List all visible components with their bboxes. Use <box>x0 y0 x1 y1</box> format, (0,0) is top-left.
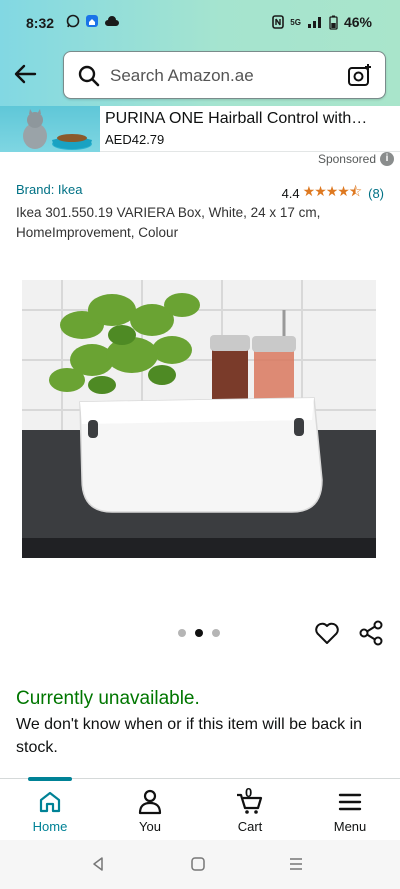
nav-cart[interactable]: 0 Cart <box>200 779 300 841</box>
banner-product-price: AED42.79 <box>105 132 165 147</box>
battery-level: 46% <box>343 14 372 30</box>
nav-you[interactable]: You <box>100 779 200 841</box>
rating-value: 4.4 <box>281 185 300 201</box>
nfc-icon <box>272 15 285 29</box>
banner-product-title[interactable]: PURINA ONE Hairball Control with… <box>105 110 387 128</box>
status-bar: 8:32 5G 46% <box>0 0 400 46</box>
carousel-dot[interactable] <box>212 629 220 637</box>
rating-summary[interactable]: 4.4 ★★★★⯪ (8) <box>282 181 384 205</box>
availability-status: Currently unavailable. <box>16 688 200 709</box>
carousel-dot-active[interactable] <box>195 629 203 637</box>
network-label: 5G <box>290 17 301 27</box>
heart-icon[interactable] <box>314 621 340 645</box>
header: 8:32 5G 46% Search Amazon.ae <box>0 0 400 106</box>
search-bar[interactable]: Search Amazon.ae <box>63 51 386 99</box>
nav-menu-label: Menu <box>333 819 367 834</box>
cat-food-product-image <box>0 106 100 152</box>
availability-note: We don't know when or if this item will … <box>16 716 363 756</box>
arrow-left-icon <box>14 64 37 84</box>
info-icon[interactable]: i <box>380 152 394 166</box>
bottom-navigation: Home You 0 Cart Menu <box>0 777 400 841</box>
star-rating-icon: ★★★★⯪ <box>302 183 362 199</box>
cart-count-badge: 0 <box>245 785 253 800</box>
camera-search-icon[interactable] <box>347 63 373 89</box>
cloud-icon <box>105 16 119 26</box>
sponsored-text: Sponsored <box>317 152 376 166</box>
nav-menu[interactable]: Menu <box>300 779 400 841</box>
product-title: Ikea 301.550.19 VARIERA Box, White, 24 x… <box>16 205 321 240</box>
nav-cart-label: Cart <box>237 819 263 834</box>
nav-you-label: You <box>139 819 161 834</box>
recent-apps-icon[interactable] <box>288 856 304 872</box>
brand-link[interactable]: Brand: Ikea <box>16 182 83 197</box>
notification-icons <box>66 14 120 28</box>
home-square-icon[interactable] <box>190 856 206 872</box>
home-icon <box>39 791 61 813</box>
search-icon <box>78 65 100 87</box>
system-navigation-bar <box>0 840 400 889</box>
nav-home[interactable]: Home <box>0 779 100 841</box>
rating-count[interactable]: (8) <box>368 186 384 201</box>
carousel-dot[interactable] <box>178 629 186 637</box>
home-app-icon <box>86 15 98 27</box>
sponsored-product-banner[interactable]: PURINA ONE Hairball Control with… AED42.… <box>0 106 400 152</box>
image-carousel-dots[interactable] <box>178 629 220 637</box>
battery-icon <box>329 15 338 30</box>
system-status: 5G 46% <box>272 14 372 30</box>
back-triangle-icon[interactable] <box>90 856 106 872</box>
search-input[interactable]: Search Amazon.ae <box>110 66 254 86</box>
sponsored-label[interactable]: Sponsored i <box>318 152 394 166</box>
nav-home-label: Home <box>32 819 68 834</box>
signal-icon <box>307 17 321 28</box>
status-time: 8:32 <box>26 15 55 31</box>
menu-icon <box>338 793 362 811</box>
whatsapp-icon <box>66 14 80 28</box>
product-image[interactable] <box>22 280 376 558</box>
back-button[interactable] <box>12 60 40 88</box>
share-icon[interactable] <box>358 620 384 646</box>
person-icon <box>138 789 162 815</box>
